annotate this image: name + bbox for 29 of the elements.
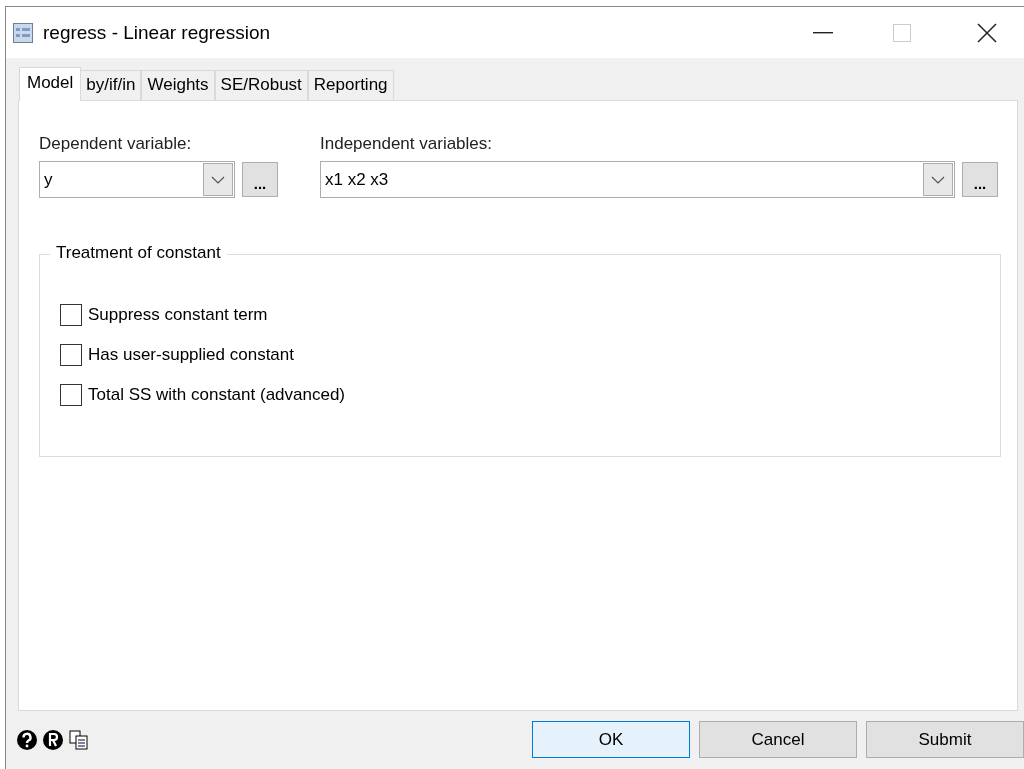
dialog-button[interactable]: Submit: [866, 721, 1024, 758]
checkbox[interactable]: [60, 343, 82, 366]
combo-box[interactable]: x1 x2 x3: [320, 161, 955, 198]
combo-box[interactable]: y: [39, 161, 235, 198]
tab[interactable]: SE/Robust: [214, 70, 308, 100]
chevron-down-icon: [211, 175, 225, 184]
checkbox[interactable]: [60, 303, 82, 326]
field-label: Dependent variable:: [39, 134, 193, 154]
browse-button[interactable]: ...: [242, 162, 278, 197]
tab[interactable]: Weights: [141, 70, 215, 100]
help-icon[interactable]: [16, 728, 38, 751]
browse-button[interactable]: ...: [962, 162, 998, 197]
checkbox-label: Suppress constant term: [88, 304, 268, 325]
chevron-down-icon: [931, 175, 945, 184]
tab[interactable]: Reporting: [307, 70, 394, 100]
form-icon: [13, 22, 33, 43]
copy-icon[interactable]: [68, 728, 90, 751]
dialog-button[interactable]: Cancel: [699, 721, 857, 758]
field-label: Independent variables:: [320, 134, 494, 154]
checkbox-label: Total SS with constant (advanced): [88, 384, 346, 405]
close-icon[interactable]: [977, 22, 997, 43]
tab[interactable]: Model: [19, 67, 82, 101]
window-title: regress - Linear regression: [43, 21, 272, 44]
reset-icon[interactable]: [42, 728, 64, 751]
checkbox[interactable]: [60, 383, 82, 406]
tab[interactable]: by/if/in: [80, 70, 142, 100]
checkbox-label: Has user-supplied constant: [88, 344, 294, 365]
minimize-icon[interactable]: [813, 31, 833, 34]
dialog-button[interactable]: OK: [532, 721, 690, 758]
